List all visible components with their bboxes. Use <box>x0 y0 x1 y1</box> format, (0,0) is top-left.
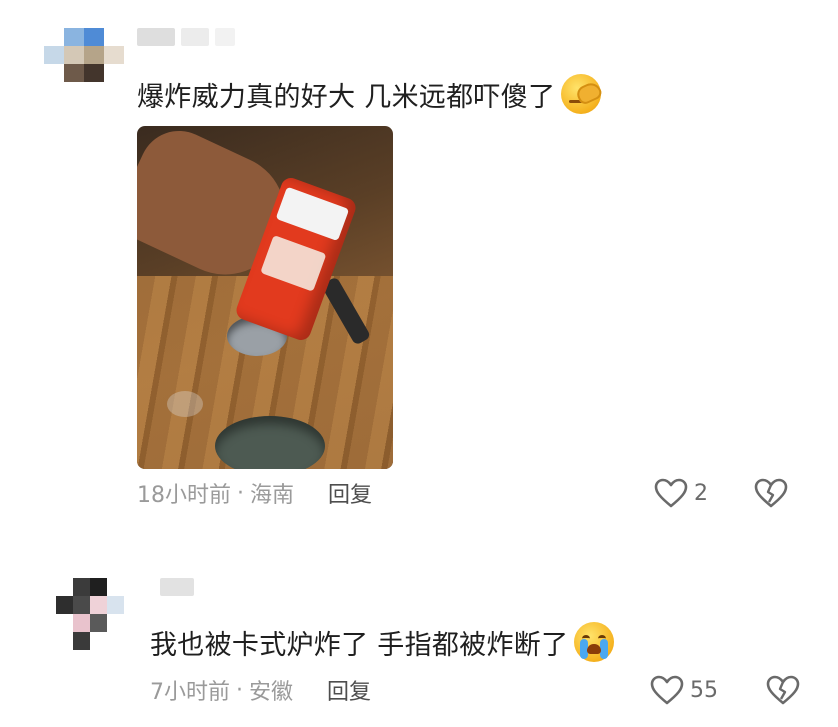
comment-text: 我也被卡式炉炸了 手指都被炸断了 <box>150 629 569 661</box>
comment-meta: 18小时前 · 海南 回复 <box>137 476 372 510</box>
comment-meta: 7小时前 · 安徽 回复 <box>150 673 371 707</box>
comment-time: 7小时前 <box>150 680 230 705</box>
comment-photo[interactable] <box>137 126 393 469</box>
broken-heart-icon <box>754 478 788 508</box>
broken-heart-icon <box>766 675 800 705</box>
reply-button[interactable]: 回复 <box>327 674 371 706</box>
heart-icon <box>650 675 684 705</box>
heart-icon <box>654 478 688 508</box>
comment-text-row: 我也被卡式炉炸了 手指都被炸断了 <box>150 622 615 662</box>
comment-location: 海南 <box>250 483 295 508</box>
meta-separator: · <box>237 480 244 506</box>
avatar[interactable] <box>56 578 124 650</box>
comment-item: 爆炸威力真的好大 几米远都吓傻了 18小时前 · 海南 回复 2 <box>0 0 838 540</box>
crying-emoji-icon <box>574 622 615 662</box>
comment-text-row: 爆炸威力真的好大 几米远都吓傻了 <box>137 74 602 114</box>
like-button[interactable]: 2 <box>654 476 708 510</box>
dislike-button[interactable] <box>754 478 788 508</box>
like-button[interactable]: 55 <box>650 673 718 707</box>
facepalm-emoji-icon <box>561 74 602 114</box>
comment-location: 安徽 <box>249 680 294 705</box>
comment-time: 18小时前 <box>137 483 231 508</box>
like-count: 55 <box>690 677 718 703</box>
comment-text: 爆炸威力真的好大 几米远都吓傻了 <box>137 81 556 113</box>
comment-item: 我也被卡式炉炸了 手指都被炸断了 7小时前 · 安徽 回复 55 <box>0 540 838 727</box>
reply-button[interactable]: 回复 <box>328 477 372 509</box>
username-blurred[interactable] <box>160 578 194 596</box>
avatar[interactable] <box>44 28 124 100</box>
like-count: 2 <box>694 480 708 506</box>
meta-separator: · <box>236 677 243 703</box>
username-blurred[interactable] <box>137 28 235 46</box>
dislike-button[interactable] <box>766 675 800 705</box>
